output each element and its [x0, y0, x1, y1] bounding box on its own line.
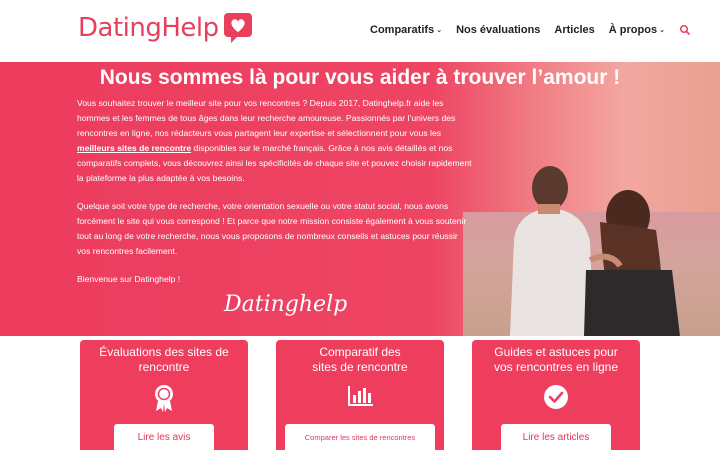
award-ribbon-icon: [155, 385, 173, 412]
hero-intro: Vous souhaitez trouver le meilleur site …: [77, 96, 472, 300]
nav-label: Comparatifs: [370, 24, 435, 36]
compare-sites-button[interactable]: Comparer les sites de rencontres: [285, 424, 435, 450]
site-logo[interactable]: DatingHelp: [78, 12, 253, 44]
card-title: Comparatif des sites de rencontre: [276, 345, 444, 375]
card-comparatif: Comparatif des sites de rencontre Compar…: [276, 340, 444, 450]
logo-text: DatingHelp: [78, 13, 219, 43]
card-title-line: rencontre: [138, 360, 190, 374]
read-articles-button[interactable]: Lire les articles: [501, 424, 611, 450]
chevron-down-icon: ⌄: [659, 27, 665, 34]
chevron-down-icon: ⌄: [436, 27, 443, 34]
hero-paragraph: Quelque soit votre type de recherche, vo…: [77, 201, 467, 256]
card-title-line: Guides et astuces pour: [494, 345, 618, 359]
bar-chart-icon: [348, 386, 373, 406]
card-title: Guides et astuces pour vos rencontres en…: [472, 345, 640, 375]
card-title-line: Évaluations des sites de: [99, 345, 229, 359]
card-title-line: Comparatif des: [319, 345, 401, 359]
nav-label: Articles: [554, 24, 595, 36]
hero-paragraph: Bienvenue sur Datinghelp !: [77, 274, 181, 284]
heart-logo-icon: [223, 13, 252, 43]
nav-articles[interactable]: Articles: [554, 24, 594, 36]
nav-label: Nos évaluations: [456, 24, 541, 36]
read-reviews-button[interactable]: Lire les avis: [114, 424, 214, 450]
nav-comparatifs[interactable]: Comparatifs ⌄: [370, 24, 442, 36]
hero-title: Nous sommes là pour vous aider à trouver…: [99, 66, 621, 89]
nav-label: À propos: [608, 24, 658, 36]
nav-evaluations[interactable]: Nos évaluations: [456, 24, 540, 36]
card-title-line: vos rencontres en ligne: [493, 360, 619, 374]
card-title-line: sites de rencontre: [312, 360, 408, 374]
card-title: Évaluations des sites de rencontre: [80, 345, 248, 375]
main-nav: Comparatifs ⌄ Nos évaluations Articles À…: [370, 24, 691, 36]
nav-a-propos[interactable]: À propos ⌄: [609, 24, 665, 36]
site-header: DatingHelp Comparatifs ⌄ Nos évaluations…: [0, 0, 720, 62]
card-evaluations: Évaluations des sites de rencontre Lire …: [80, 340, 248, 450]
couple-photo: [510, 166, 680, 336]
hero-background-left: [0, 62, 83, 336]
best-sites-link[interactable]: meilleurs sites de rencontre: [77, 143, 191, 153]
signature: Datinghelp: [224, 292, 348, 317]
hero-paragraph: Vous souhaitez trouver le meilleur site …: [77, 96, 472, 186]
hero-paragraph-text: Vous souhaitez trouver le meilleur site …: [77, 98, 456, 138]
feature-cards: Évaluations des sites de rencontre Lire …: [0, 340, 720, 450]
card-guides: Guides et astuces pour vos rencontres en…: [472, 340, 640, 450]
search-icon[interactable]: [679, 24, 691, 36]
check-circle-icon: [544, 385, 568, 409]
